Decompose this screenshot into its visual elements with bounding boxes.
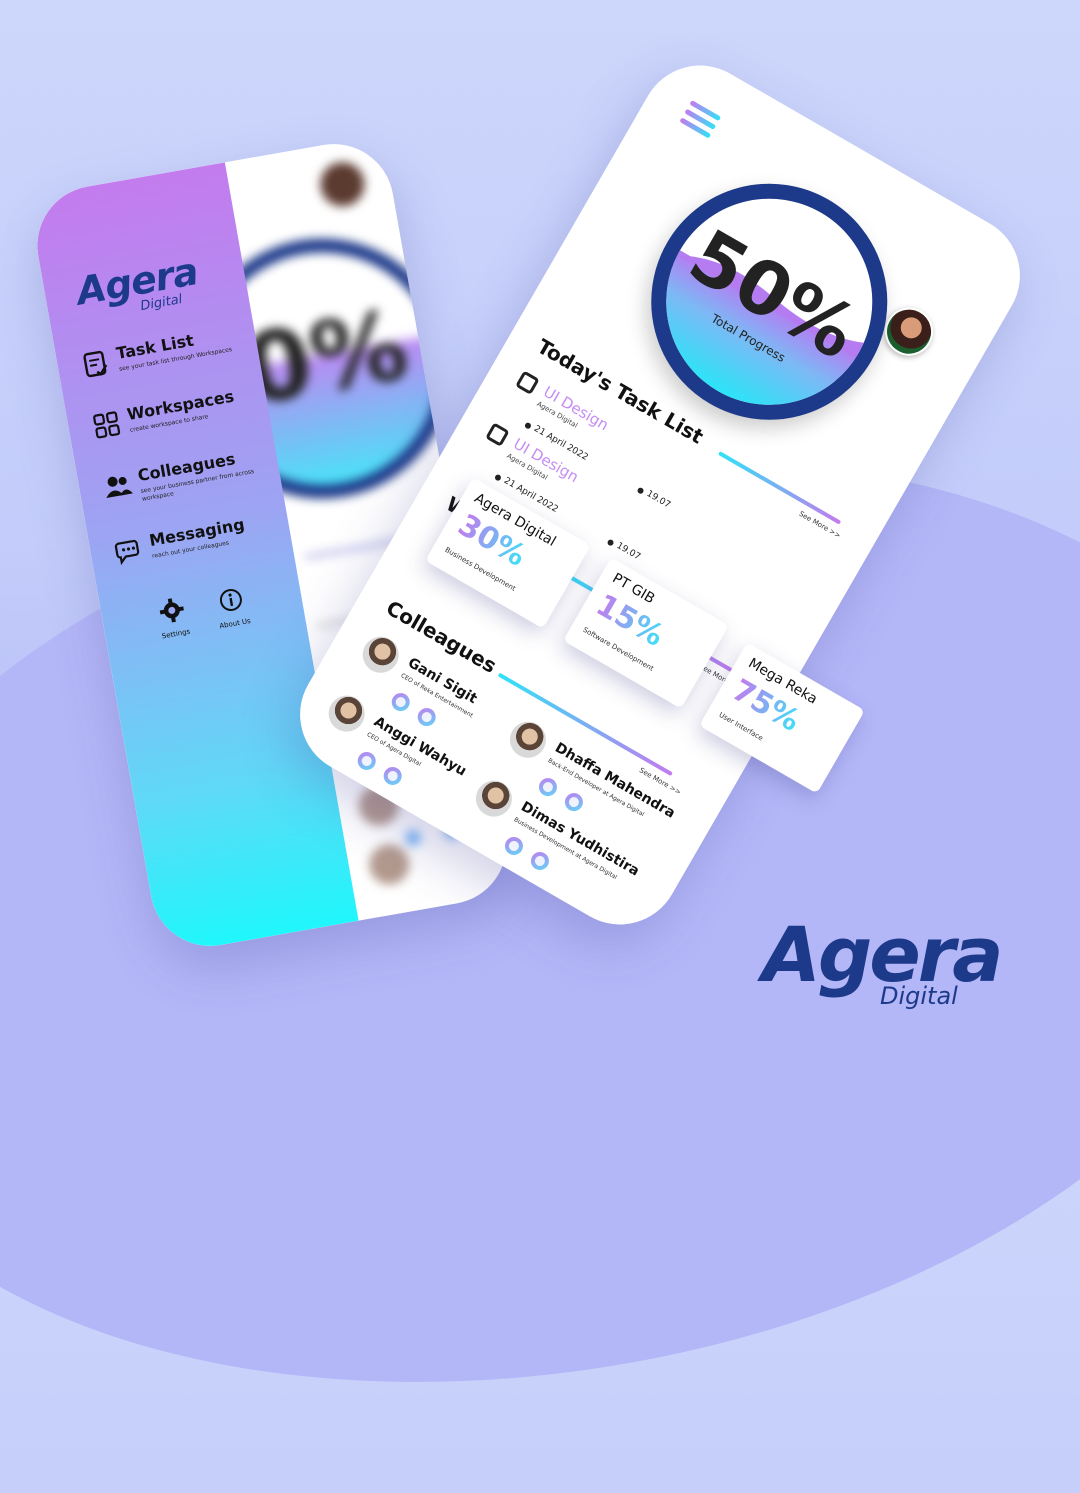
hamburger-menu-icon[interactable] bbox=[677, 99, 722, 143]
chat-icon bbox=[114, 539, 140, 566]
menu-item-messaging[interactable]: Messaging reach out your colleagues bbox=[112, 508, 279, 566]
settings-label: Settings bbox=[161, 627, 191, 641]
gear-icon bbox=[159, 598, 184, 623]
message-icon[interactable] bbox=[354, 748, 380, 774]
phone-icon[interactable] bbox=[414, 704, 439, 730]
menu-item-task-list[interactable]: Task List see your task list through Wor… bbox=[79, 321, 246, 378]
brand-logo: Agera Digital bbox=[762, 910, 1004, 1010]
settings-button[interactable]: Settings bbox=[140, 593, 206, 643]
phone-icon[interactable] bbox=[561, 789, 587, 815]
message-icon[interactable] bbox=[501, 833, 527, 859]
menu-item-workspaces[interactable]: Workspaces create workspace to share bbox=[90, 382, 257, 439]
about-label: About Us bbox=[218, 616, 252, 631]
task-checkbox[interactable] bbox=[515, 370, 540, 395]
message-icon[interactable] bbox=[388, 689, 414, 715]
grid-icon bbox=[93, 411, 121, 439]
menu-item-colleagues[interactable]: Colleagues see your business partner fro… bbox=[101, 443, 268, 503]
phone-icon[interactable] bbox=[380, 763, 405, 789]
task-list-icon bbox=[83, 350, 108, 378]
people-icon bbox=[106, 476, 133, 499]
colleague-avatar bbox=[356, 630, 406, 680]
phone-icon[interactable] bbox=[527, 848, 553, 874]
drawer-logo: Agera Digital bbox=[73, 249, 201, 315]
info-icon bbox=[219, 588, 242, 611]
message-icon[interactable] bbox=[535, 774, 561, 800]
tasks-see-more-link[interactable]: See More >> bbox=[798, 510, 842, 540]
about-button[interactable]: About Us bbox=[199, 583, 265, 633]
